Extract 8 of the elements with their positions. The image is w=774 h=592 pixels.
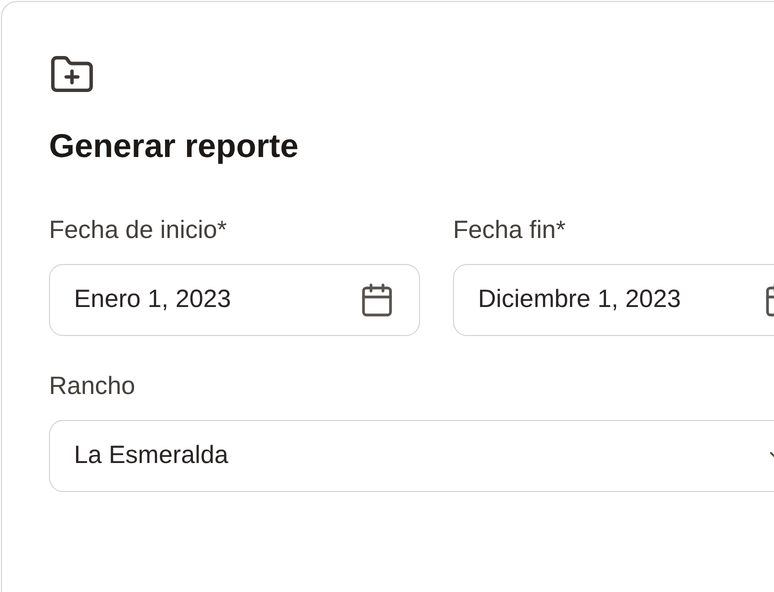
select-field[interactable]: La Esmeralda — [49, 420, 774, 492]
calendar-icon — [359, 282, 395, 318]
form-title: Generar reporte — [49, 126, 298, 166]
field-label: Fecha fin* — [453, 215, 566, 246]
field-label: Rancho — [49, 371, 136, 402]
date-field[interactable]: Diciembre 1, 2023 — [453, 264, 774, 336]
date-field[interactable]: Enero 1, 2023 — [49, 264, 420, 336]
field-label: Fecha de inicio* — [49, 215, 227, 246]
